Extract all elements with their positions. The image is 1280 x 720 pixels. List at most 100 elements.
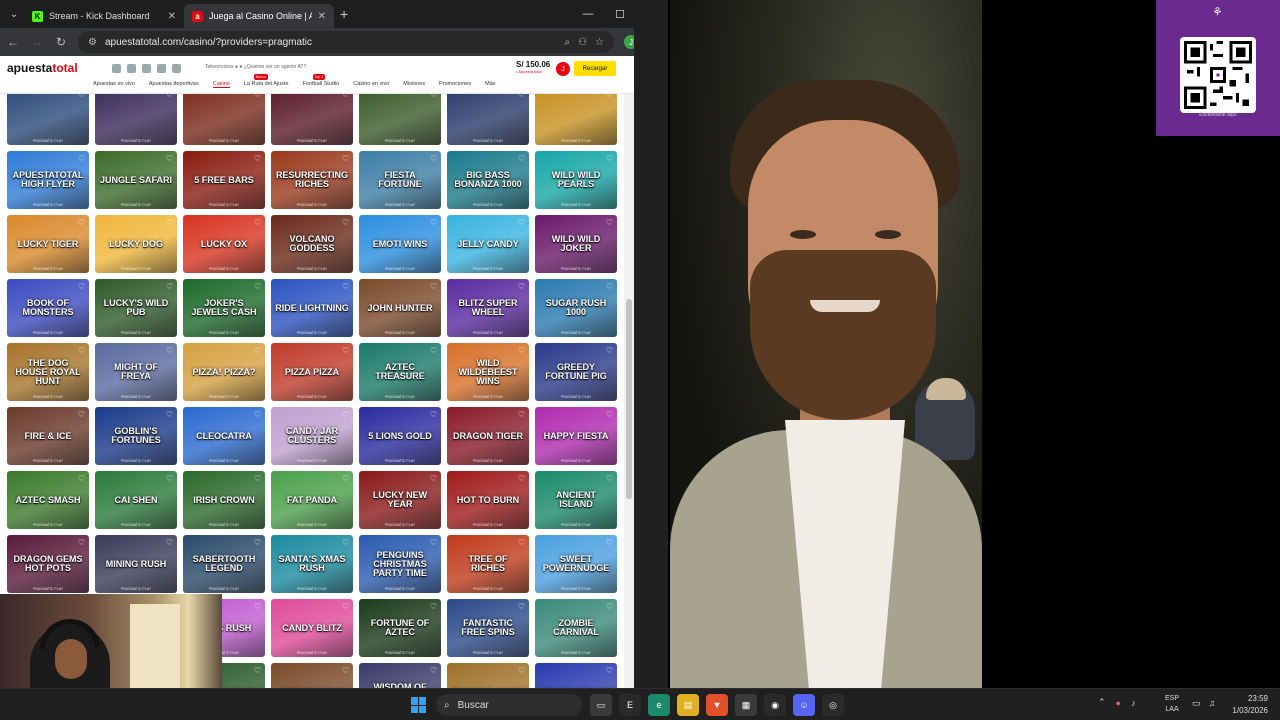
game-tile[interactable]: LUCKY NEW YEAR ♡ PRAGMATIC PLAY xyxy=(359,471,441,529)
clock[interactable]: 23:59 1/03/2026 xyxy=(1222,693,1268,717)
game-tile[interactable]: FAT PANDA ♡ PRAGMATIC PLAY xyxy=(271,471,353,529)
favorite-heart-icon[interactable]: ♡ xyxy=(254,282,261,291)
nav-item[interactable]: Misiones xyxy=(403,81,425,88)
favorite-heart-icon[interactable]: ♡ xyxy=(430,282,437,291)
favorite-heart-icon[interactable]: ♡ xyxy=(166,346,173,355)
favorite-heart-icon[interactable]: ♡ xyxy=(606,602,613,611)
network-volume-group[interactable]: ▭ ♫ xyxy=(1192,698,1215,709)
favorite-heart-icon[interactable]: ♡ xyxy=(78,410,85,419)
favorite-heart-icon[interactable]: ♡ xyxy=(518,346,525,355)
brave-icon[interactable]: ▼ xyxy=(706,694,728,716)
favorite-heart-icon[interactable]: ♡ xyxy=(430,346,437,355)
favorite-heart-icon[interactable]: ♡ xyxy=(342,94,349,99)
favorite-heart-icon[interactable]: ♡ xyxy=(430,218,437,227)
game-tile[interactable]: BOOK OF MONSTERS ♡ PRAGMATIC PLAY xyxy=(7,279,89,337)
favorite-heart-icon[interactable]: ♡ xyxy=(518,282,525,291)
game-tile[interactable]: CANDY JAR CLUSTERS ♡ PRAGMATIC PLAY xyxy=(271,407,353,465)
favorite-heart-icon[interactable]: ♡ xyxy=(518,474,525,483)
nav-item[interactable]: Promociones xyxy=(439,81,471,88)
game-tile[interactable]: RIDE LIGHTNING ♡ PRAGMATIC PLAY xyxy=(271,279,353,337)
game-tile[interactable]: LUCKY'S WILD PUB ♡ PRAGMATIC PLAY xyxy=(95,279,177,337)
game-tile[interactable]: SABERTOOTH LEGEND ♡ PRAGMATIC PLAY xyxy=(183,535,265,593)
reload-icon[interactable]: ↻ xyxy=(54,35,68,49)
game-tile[interactable]: GREAT RHINO♡PRAGMATIC PLAY xyxy=(271,663,353,688)
favorite-heart-icon[interactable]: ♡ xyxy=(78,346,85,355)
extension-icon[interactable]: ⚇ xyxy=(578,37,587,48)
favorite-heart-icon[interactable]: ♡ xyxy=(518,218,525,227)
favorite-heart-icon[interactable]: ♡ xyxy=(342,282,349,291)
game-tile[interactable]: MIGHT OF FREYA ♡ PRAGMATIC PLAY xyxy=(95,343,177,401)
bookmark-star-icon[interactable]: ☆ xyxy=(595,37,604,48)
close-tab-icon[interactable]: ✕ xyxy=(318,11,326,22)
game-tile[interactable]: LUCKY DOG ♡ PRAGMATIC PLAY xyxy=(95,215,177,273)
epic-games-icon[interactable]: E xyxy=(619,694,641,716)
favorite-heart-icon[interactable]: ♡ xyxy=(78,218,85,227)
favorite-heart-icon[interactable]: ♡ xyxy=(254,474,261,483)
game-tile[interactable]: LUCKY OX ♡ PRAGMATIC PLAY xyxy=(183,215,265,273)
nav-item[interactable]: La Ruta del Ajuste Nuevo xyxy=(244,74,289,88)
game-tile[interactable]: CAI SHEN ♡ PRAGMATIC PLAY xyxy=(95,471,177,529)
nav-item[interactable]: Apuestas deportivas xyxy=(149,81,199,88)
file-explorer-icon[interactable]: ▭ xyxy=(590,694,612,716)
close-tab-icon[interactable]: ✕ xyxy=(168,11,176,22)
favorite-heart-icon[interactable]: ♡ xyxy=(606,538,613,547)
favorite-heart-icon[interactable]: ♡ xyxy=(606,218,613,227)
game-tile[interactable]: EMOTI WINS ♡ PRAGMATIC PLAY xyxy=(359,215,441,273)
help-text[interactable]: Telesorvicios ● ● ¿Quieres ser un agente… xyxy=(205,64,306,70)
x-twitter-icon[interactable] xyxy=(157,64,166,73)
game-tile[interactable]: ♡ PRAGMATIC PLAY xyxy=(7,94,89,145)
favorite-heart-icon[interactable]: ♡ xyxy=(342,666,349,675)
game-tile[interactable]: 5 LIONS GOLD ♡ PRAGMATIC PLAY xyxy=(359,407,441,465)
favorite-heart-icon[interactable]: ♡ xyxy=(254,538,261,547)
recharge-button[interactable]: Recargar xyxy=(574,61,616,76)
game-tile[interactable]: PENGUINS CHRISTMAS PARTY TIME ♡ PRAGMATIC … xyxy=(359,535,441,593)
game-tile[interactable]: ♡ PRAGMATIC PLAY xyxy=(183,94,265,145)
game-tile[interactable]: IRISH CROWN ♡ PRAGMATIC PLAY xyxy=(183,471,265,529)
game-tile[interactable]: FANTASTIC FREE SPINS ♡ PRAGMATIC PLAY xyxy=(447,599,529,657)
game-tile[interactable]: THE DOG HOUSE ROYAL HUNT ♡ PRAGMATIC PLAY xyxy=(7,343,89,401)
game-tile[interactable]: ♡ PRAGMATIC PLAY xyxy=(359,94,441,145)
game-tile[interactable]: GOBLIN'S FORTUNES ♡ PRAGMATIC PLAY xyxy=(95,407,177,465)
scrollbar-thumb[interactable] xyxy=(626,299,632,499)
game-tile[interactable]: FIESTA FORTUNE ♡ PRAGMATIC PLAY xyxy=(359,151,441,209)
game-tile[interactable]: MINING RUSH ♡ PRAGMATIC PLAY xyxy=(95,535,177,593)
game-tile[interactable]: CLEOCATRA ♡ PRAGMATIC PLAY xyxy=(183,407,265,465)
chrome-icon[interactable]: ◉ xyxy=(764,694,786,716)
favorite-heart-icon[interactable]: ♡ xyxy=(254,94,261,99)
game-tile[interactable]: HOT TO BURN ♡ PRAGMATIC PLAY xyxy=(447,471,529,529)
favorite-heart-icon[interactable]: ♡ xyxy=(254,346,261,355)
folder-icon[interactable]: ▤ xyxy=(677,694,699,716)
favorite-heart-icon[interactable]: ♡ xyxy=(518,602,525,611)
favorite-heart-icon[interactable]: ♡ xyxy=(78,94,85,99)
page-scrollbar[interactable] xyxy=(624,94,634,688)
favorite-heart-icon[interactable]: ♡ xyxy=(78,474,85,483)
favorite-heart-icon[interactable]: ♡ xyxy=(430,602,437,611)
favorite-heart-icon[interactable]: ♡ xyxy=(606,94,613,99)
facebook-icon[interactable] xyxy=(127,64,136,73)
game-tile[interactable]: PIZZA PIZZA ♡ PRAGMATIC PLAY xyxy=(271,343,353,401)
favorite-heart-icon[interactable]: ♡ xyxy=(430,154,437,163)
instagram-icon[interactable] xyxy=(112,64,121,73)
game-tile[interactable]: WILD WILD PEARLS ♡ PRAGMATIC PLAY xyxy=(535,151,617,209)
game-tile[interactable]: ♡ PRAGMATIC PLAY xyxy=(447,94,529,145)
input-language[interactable]: ESP LAA xyxy=(1165,693,1179,715)
favorite-heart-icon[interactable]: ♡ xyxy=(254,410,261,419)
taskbar-search[interactable]: ⌕ Buscar xyxy=(436,694,582,716)
game-tile[interactable]: apuestatotal HIGH FLYER ♡ PRAGMATIC PLAY xyxy=(7,151,89,209)
game-tile[interactable]: SUGAR RUSH 1000 ♡ PRAGMATIC PLAY xyxy=(535,279,617,337)
game-tile[interactable]: WILD WILD JOKER ♡ PRAGMATIC PLAY xyxy=(535,215,617,273)
game-tile[interactable]: ♡ PRAGMATIC PLAY xyxy=(535,94,617,145)
user-avatar[interactable]: J xyxy=(556,62,570,76)
favorite-heart-icon[interactable]: ♡ xyxy=(166,282,173,291)
site-info-icon[interactable]: ⚙ xyxy=(88,37,97,48)
favorite-heart-icon[interactable]: ♡ xyxy=(254,154,261,163)
favorite-heart-icon[interactable]: ♡ xyxy=(430,94,437,99)
favorite-heart-icon[interactable]: ♡ xyxy=(606,154,613,163)
favorite-heart-icon[interactable]: ♡ xyxy=(342,474,349,483)
favorite-heart-icon[interactable]: ♡ xyxy=(518,154,525,163)
maximize-icon[interactable]: ☐ xyxy=(604,0,636,28)
favorite-heart-icon[interactable]: ♡ xyxy=(606,346,613,355)
game-tile[interactable]: WISDOM OF ATHENA♡PRAGMATIC PLAY xyxy=(359,663,441,688)
game-tile[interactable]: DRAGON GEMS HOT POTS ♡ PRAGMATIC PLAY xyxy=(7,535,89,593)
game-tile[interactable]: BLITZ SUPER WHEEL ♡ PRAGMATIC PLAY xyxy=(447,279,529,337)
